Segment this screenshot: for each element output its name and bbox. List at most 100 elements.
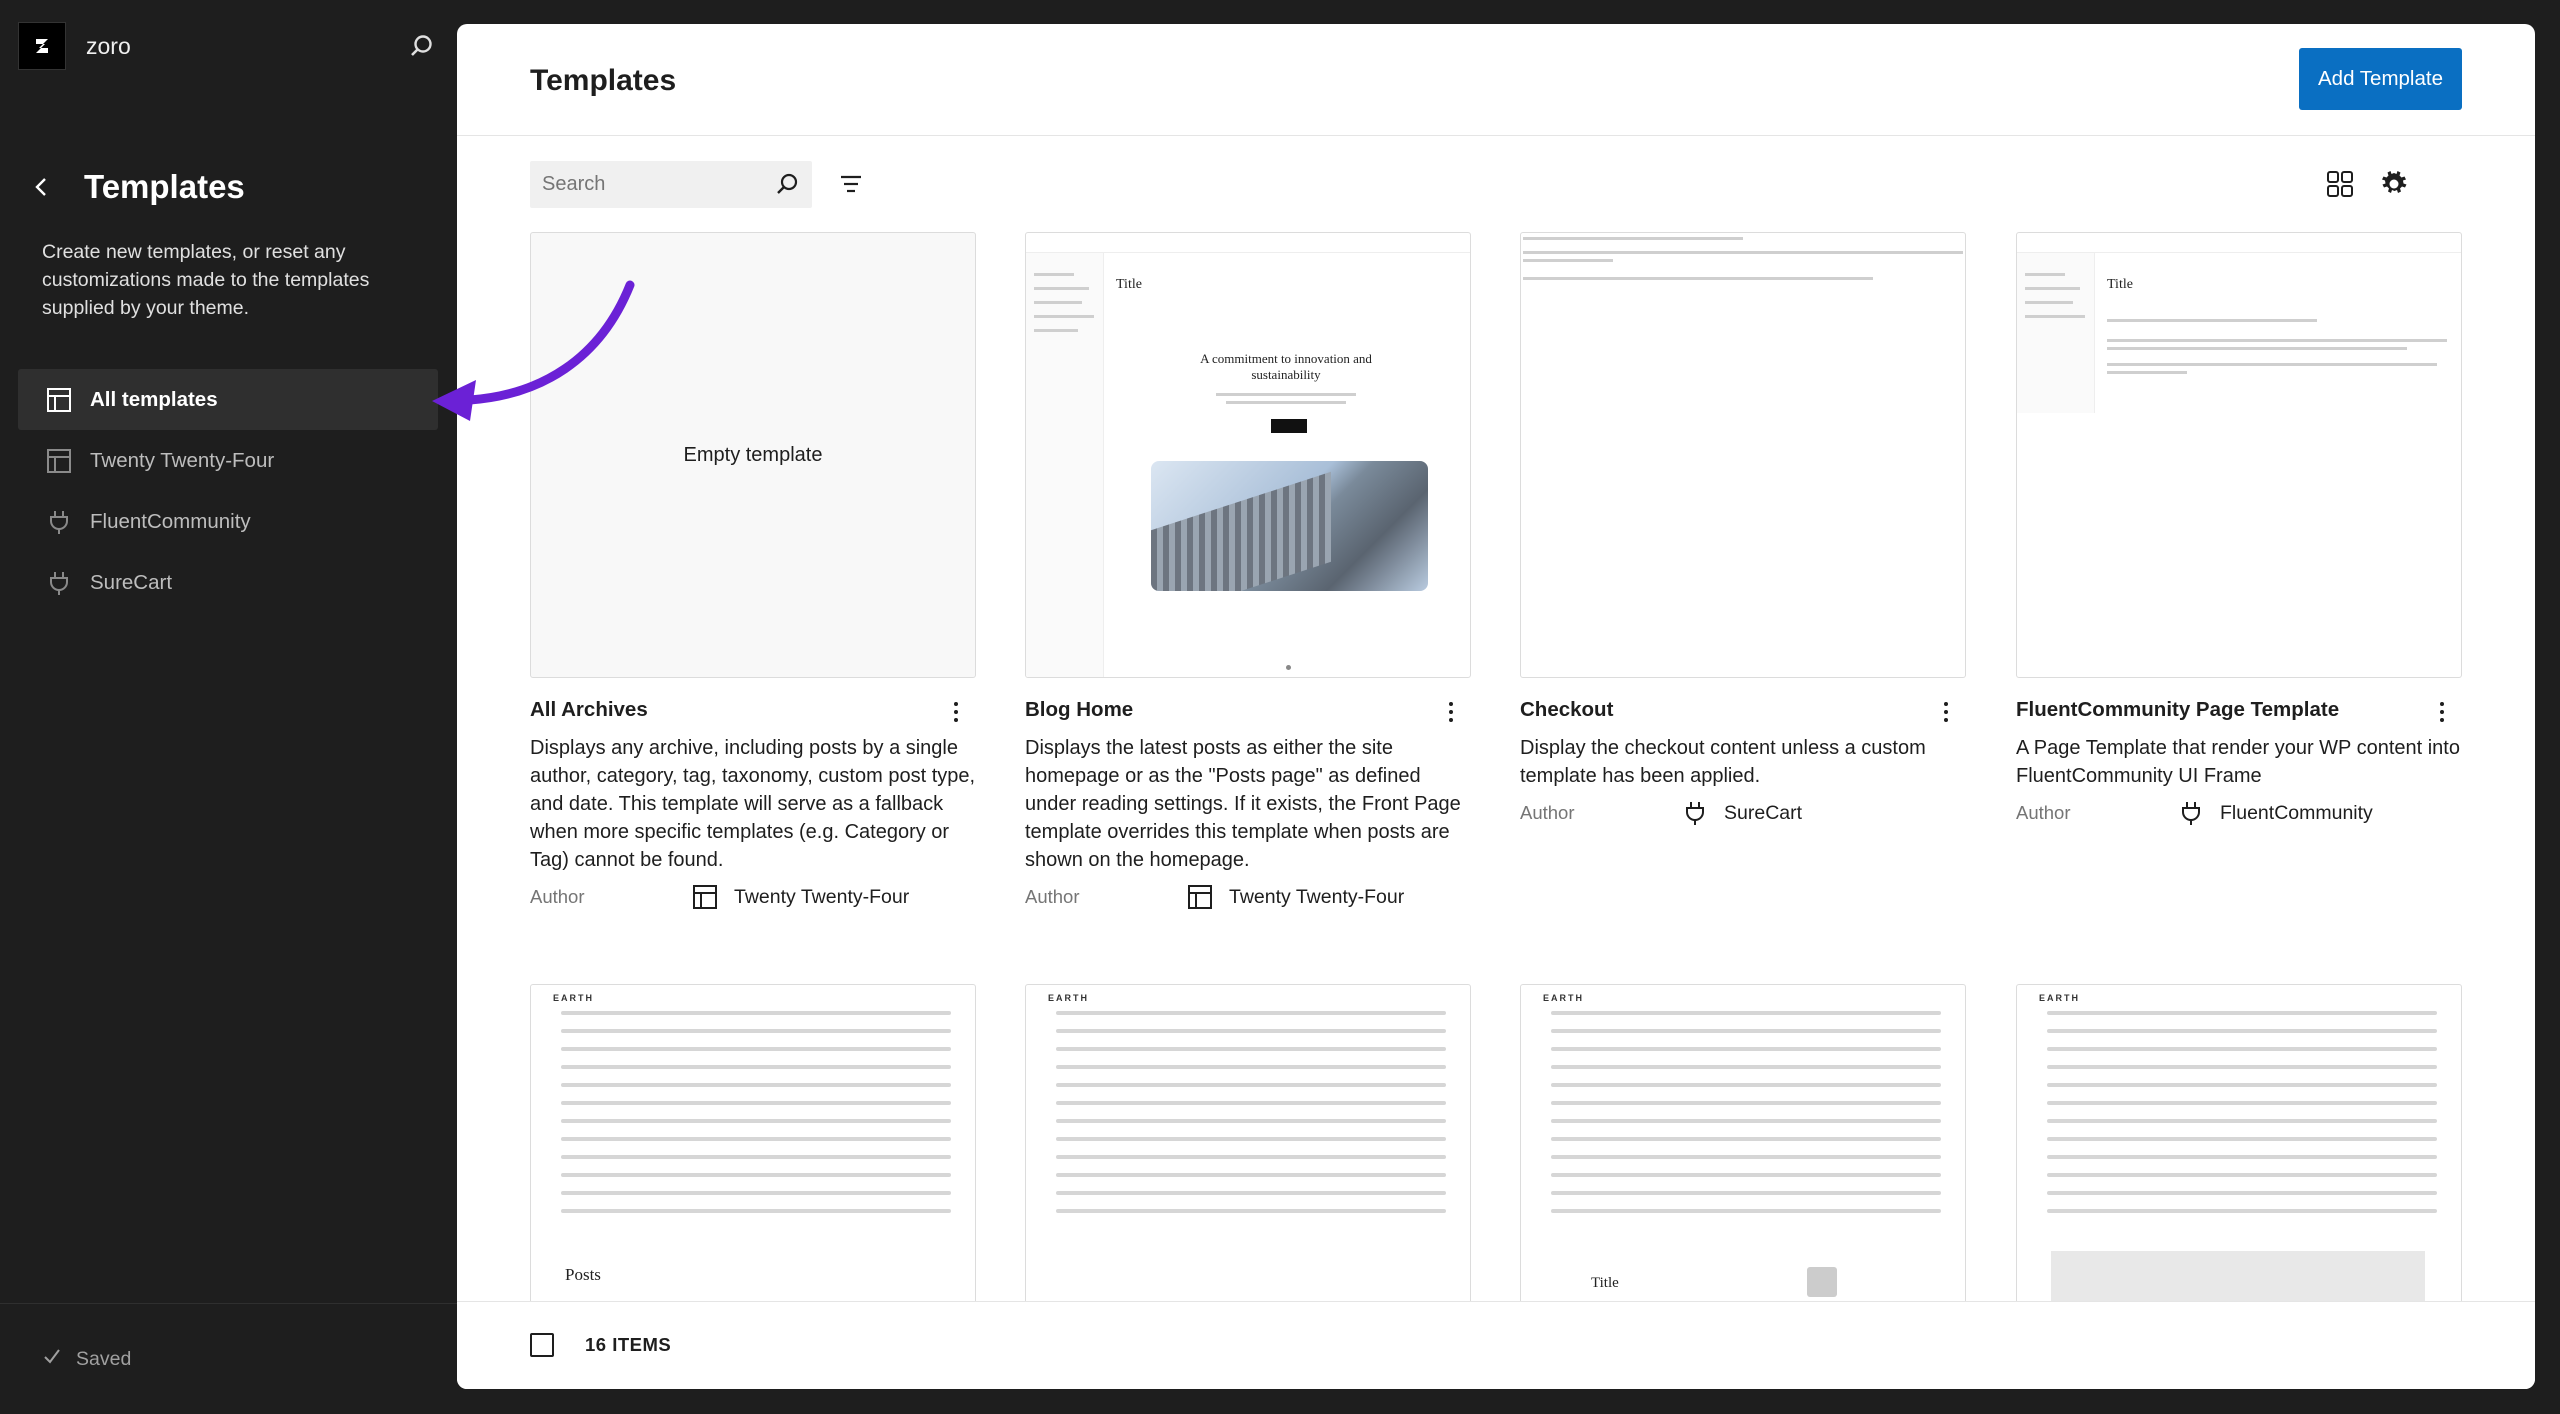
- template-preview[interactable]: Empty template: [530, 232, 976, 678]
- sidebar-item-surecart[interactable]: SureCart: [18, 552, 438, 613]
- template-title-text: FluentCommunity Page Template: [2016, 698, 2340, 721]
- template-card[interactable]: Checkout Display the checkout content un…: [1520, 232, 1966, 828]
- template-author: Author Twenty Twenty-Four: [530, 882, 976, 912]
- template-card[interactable]: Title FluentCommunity Page Template A Pa…: [2016, 232, 2462, 828]
- sidebar-item-all-templates[interactable]: All templates: [18, 369, 438, 430]
- author-label: Author: [530, 886, 585, 907]
- template-preview[interactable]: EARTH Title: [1520, 984, 1966, 1325]
- chevron-left-icon[interactable]: [30, 175, 54, 199]
- template-title[interactable]: Blog Home: [1025, 698, 1471, 726]
- toolbar: [530, 161, 2462, 208]
- gear-icon[interactable]: [2377, 167, 2411, 201]
- grid-view-icon[interactable]: [2323, 167, 2357, 201]
- site-name[interactable]: zoro: [86, 33, 131, 60]
- sidebar-item-label: FluentCommunity: [90, 509, 251, 533]
- author-label: Author: [1520, 802, 1575, 823]
- sidebar-item-twenty-twenty-four[interactable]: Twenty Twenty-Four: [18, 430, 438, 491]
- template-description: Displays any archive, including posts by…: [530, 737, 976, 871]
- preview-title: Title: [2107, 277, 2133, 292]
- template-card[interactable]: EARTH Title: [1520, 984, 1966, 1325]
- template-card[interactable]: EARTH Posts: [530, 984, 976, 1325]
- more-vertical-icon[interactable]: [2432, 698, 2452, 726]
- layout-icon: [46, 448, 72, 474]
- sidebar-nav: All templates Twenty Twenty-Four FluentC…: [18, 369, 438, 613]
- sidebar-header: Templates: [30, 168, 245, 206]
- layout-icon: [1185, 882, 1215, 912]
- template-card[interactable]: Title A commitment to innovation and sus…: [1025, 232, 1471, 912]
- template-title[interactable]: FluentCommunity Page Template: [2016, 698, 2462, 726]
- sidebar-description: Create new templates, or reset any custo…: [42, 241, 370, 319]
- plugin-icon: [1680, 798, 1710, 828]
- template-title[interactable]: Checkout: [1520, 698, 1966, 726]
- plugin-icon: [2176, 798, 2206, 828]
- template-preview[interactable]: EARTH Posts: [530, 984, 976, 1325]
- template-title-text: Checkout: [1520, 698, 1614, 721]
- search-icon[interactable]: [406, 30, 438, 62]
- site-logo[interactable]: [18, 22, 66, 70]
- preview-brand: EARTH: [1048, 993, 1089, 1003]
- preview-caption: Title: [1591, 1275, 1619, 1291]
- search-input[interactable]: [530, 161, 812, 208]
- sidebar-item-label: Twenty Twenty-Four: [90, 448, 275, 472]
- more-vertical-icon[interactable]: [1936, 698, 1956, 726]
- author-name: Twenty Twenty-Four: [734, 885, 910, 908]
- preview-brand: EARTH: [1543, 993, 1584, 1003]
- template-title-text: Blog Home: [1025, 698, 1134, 721]
- preview-heading: A commitment to innovation and sustainab…: [1200, 351, 1372, 382]
- items-count: 16 ITEMS: [585, 1334, 672, 1355]
- template-description: Display the checkout content unless a cu…: [1520, 737, 1926, 787]
- template-author: Author FluentCommunity: [2016, 798, 2462, 828]
- add-template-button[interactable]: Add Template: [2299, 48, 2462, 110]
- template-description: A Page Template that render your WP cont…: [2016, 737, 2460, 787]
- template-title-text: All Archives: [530, 698, 648, 721]
- preview-button: [1271, 419, 1307, 433]
- more-vertical-icon[interactable]: [1441, 698, 1461, 726]
- sidebar: zoro Templates Create new templates, or …: [0, 0, 457, 1414]
- plugin-icon: [46, 570, 72, 596]
- preview-brand: EARTH: [2039, 993, 2080, 1003]
- page-title: Templates: [530, 64, 677, 97]
- filter-icon[interactable]: [836, 169, 866, 199]
- template-preview[interactable]: EARTH: [1025, 984, 1471, 1325]
- author-label: Author: [1025, 886, 1080, 907]
- preview-brand: EARTH: [553, 993, 594, 1003]
- sidebar-title: Templates: [84, 168, 245, 205]
- sidebar-item-label: SureCart: [90, 570, 173, 594]
- template-preview[interactable]: Title A commitment to innovation and sus…: [1025, 232, 1471, 678]
- preview-title: Title: [1116, 277, 1142, 292]
- save-status-label: Saved: [76, 1347, 132, 1370]
- search-icon[interactable]: [773, 169, 803, 199]
- plugin-icon: [46, 509, 72, 535]
- template-author: Author Twenty Twenty-Four: [1025, 882, 1471, 912]
- author-name: FluentCommunity: [2220, 801, 2373, 824]
- template-card[interactable]: EARTH: [2016, 984, 2462, 1325]
- avatar: [1807, 1267, 1837, 1297]
- template-preview[interactable]: EARTH: [2016, 984, 2462, 1325]
- select-all-checkbox[interactable]: [530, 1333, 554, 1357]
- sidebar-item-label: All templates: [90, 387, 218, 411]
- template-preview[interactable]: [1520, 232, 1966, 678]
- author-label: Author: [2016, 802, 2071, 823]
- author-name: Twenty Twenty-Four: [1229, 885, 1405, 908]
- template-title[interactable]: All Archives: [530, 698, 976, 726]
- sidebar-item-fluentcommunity[interactable]: FluentCommunity: [18, 491, 438, 552]
- save-status: Saved: [42, 1346, 131, 1372]
- template-card[interactable]: EARTH: [1025, 984, 1471, 1325]
- templates-grid: Empty template All Archives Displays any…: [530, 232, 2462, 1325]
- sidebar-footer: Saved: [0, 1303, 457, 1414]
- layout-icon: [690, 882, 720, 912]
- template-author: Author SureCart: [1520, 798, 1966, 828]
- check-icon: [42, 1346, 62, 1372]
- layout-icon: [46, 387, 72, 413]
- more-vertical-icon[interactable]: [946, 698, 966, 726]
- template-preview[interactable]: Title: [2016, 232, 2462, 678]
- main-panel: Templates Add Template Empty template Al…: [457, 24, 2535, 1389]
- author-name: SureCart: [1724, 801, 1803, 824]
- template-card[interactable]: Empty template All Archives Displays any…: [530, 232, 976, 912]
- main-footer: 16 ITEMS: [457, 1301, 2535, 1389]
- empty-template-label: Empty template: [683, 443, 823, 466]
- main-header: Templates Add Template: [457, 24, 2535, 136]
- preview-image: [1151, 461, 1428, 591]
- site-bar: zoro: [18, 22, 438, 70]
- template-description: Displays the latest posts as either the …: [1025, 737, 1461, 871]
